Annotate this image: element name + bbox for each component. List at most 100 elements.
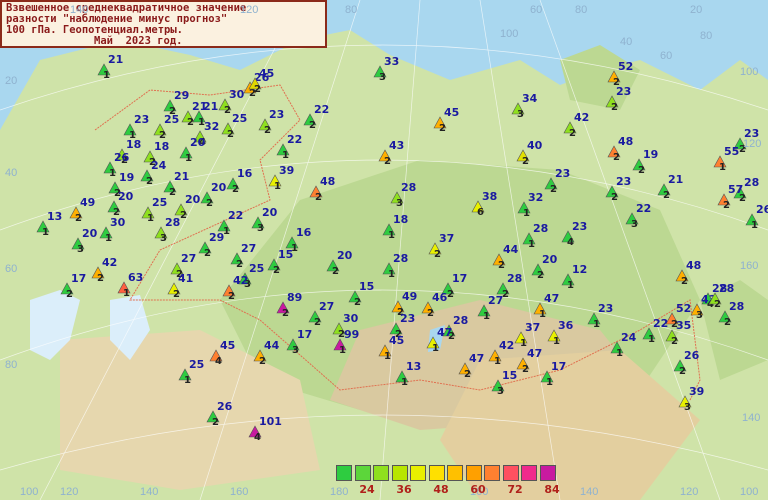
station-value: 101 (259, 415, 282, 428)
station-value: 20 (262, 206, 278, 219)
grid-label: 80 (345, 4, 358, 16)
station-sample-count: 2 (671, 336, 678, 347)
legend-swatch (428, 465, 445, 481)
station-sample-count: 2 (254, 84, 261, 95)
station-value: 99 (344, 328, 359, 341)
station-value: 25 (189, 358, 204, 371)
station-value: 48 (320, 175, 335, 188)
station-value: 45 (444, 106, 459, 119)
station-value: 28 (393, 252, 408, 265)
station-sample-count: 3 (396, 198, 403, 209)
station-sample-count: 1 (147, 213, 154, 224)
station-sample-count: 2 (282, 308, 289, 319)
legend-label: 48 (433, 483, 449, 496)
station-value: 43 (389, 139, 404, 152)
station-sample-count: 3 (631, 219, 638, 230)
station-sample-count: 2 (522, 364, 529, 375)
station-value: 17 (297, 328, 312, 341)
station-value: 17 (551, 360, 566, 373)
station-sample-count: 1 (567, 280, 574, 291)
station-sample-count: 3 (497, 386, 504, 397)
station-sample-count: 2 (259, 356, 266, 367)
grid-label: 180 (330, 486, 349, 498)
station-value: 21 (203, 100, 218, 113)
grid-label: 160 (740, 260, 759, 272)
station-sample-count: 2 (146, 176, 153, 187)
grid-label: 160 (230, 486, 249, 498)
station-sample-count: 2 (638, 165, 645, 176)
station-value: 13 (406, 360, 421, 373)
station-value: 44 (264, 339, 280, 352)
station-value: 30 (110, 216, 126, 229)
station-value: 47 (437, 326, 452, 339)
station-sample-count: 1 (593, 319, 600, 330)
station-value: 37 (525, 321, 540, 334)
station-sample-count: 1 (274, 181, 281, 192)
station-value: 57 (728, 183, 743, 196)
station-sample-count: 2 (663, 190, 670, 201)
station-sample-count: 2 (232, 184, 239, 195)
legend-label: 60 (470, 483, 486, 496)
station-sample-count: 3 (517, 109, 524, 120)
station-value: 55 (724, 145, 739, 158)
station-sample-count: 2 (264, 125, 271, 136)
station-sample-count: 2 (550, 184, 557, 195)
legend-swatch (391, 465, 408, 481)
station-value: 30 (343, 312, 359, 325)
station-value: 20 (542, 253, 558, 266)
station-value: 25 (152, 196, 167, 209)
station-sample-count: 2 (724, 317, 731, 328)
grid-label: 140 (140, 486, 159, 498)
station-sample-count: 1 (185, 153, 192, 164)
station-value: 21 (668, 173, 683, 186)
station-value: 30 (229, 88, 245, 101)
station-sample-count: 2 (206, 198, 213, 209)
station-value: 26 (756, 203, 768, 216)
station-sample-count: 1 (539, 309, 546, 320)
station-sample-count: 2 (611, 192, 618, 203)
station-sample-count: 1 (553, 336, 560, 347)
station-value: 44 (503, 243, 519, 256)
grid-label: 100 (500, 28, 519, 40)
station-value: 47 (544, 292, 559, 305)
station-sample-count: 1 (528, 239, 535, 250)
station-value: 23 (555, 167, 570, 180)
station-sample-count: 3 (160, 233, 167, 244)
grid-label: 20 (5, 75, 18, 87)
grid-label: 140 (70, 4, 89, 16)
grid-label: 40 (620, 36, 633, 48)
station-value: 32 (204, 120, 219, 133)
legend-label: 84 (544, 483, 560, 496)
station-value: 26 (684, 349, 700, 362)
station-sample-count: 1 (388, 230, 395, 241)
station-sample-count: 1 (123, 288, 130, 299)
station-sample-count: 2 (187, 117, 194, 128)
grid-label: 60 (660, 50, 673, 62)
station-sample-count: 2 (447, 289, 454, 300)
station-sample-count: 1 (648, 334, 655, 345)
station-sample-count: 2 (427, 308, 434, 319)
station-sample-count: 3 (292, 345, 299, 356)
grid-label: 120 (60, 486, 79, 498)
station-sample-count: 2 (169, 187, 176, 198)
station-sample-count: 3 (257, 223, 264, 234)
legend-label: 36 (396, 483, 412, 496)
legend-swatch (484, 465, 500, 481)
station-value: 23 (616, 175, 631, 188)
station-sample-count: 4 (567, 237, 574, 248)
station-value: 47 (527, 347, 542, 360)
station-sample-count: 1 (109, 168, 116, 179)
station-sample-count: 2 (309, 120, 316, 131)
station-value: 33 (384, 55, 399, 68)
station-value: 20 (118, 190, 134, 203)
station-sample-count: 2 (180, 210, 187, 221)
station-value: 29 (209, 231, 224, 244)
station-sample-count: 2 (439, 123, 446, 134)
station-sample-count: 2 (679, 366, 686, 377)
station-value: 26 (114, 151, 130, 164)
grid-label: 60 (5, 263, 18, 275)
station-value: 28 (744, 176, 759, 189)
station-value: 17 (71, 272, 86, 285)
station-value: 48 (686, 259, 701, 272)
station-value: 22 (287, 133, 302, 146)
